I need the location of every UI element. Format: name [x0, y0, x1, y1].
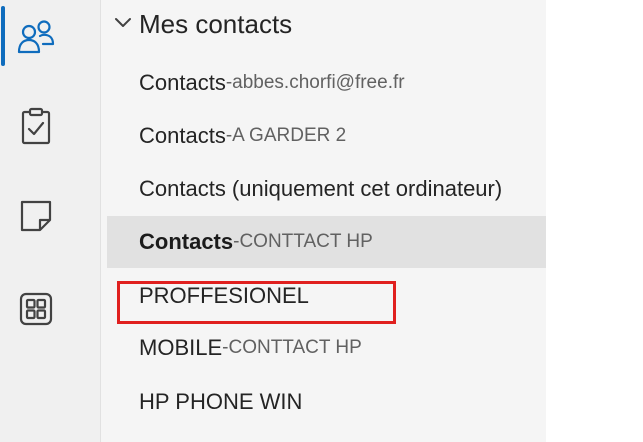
active-indicator — [1, 6, 5, 66]
folder-item-selected[interactable]: Contacts - CONTTACT HP — [107, 216, 546, 268]
folder-item[interactable]: PROFFESIONEL — [107, 270, 546, 322]
folder-label: MOBILE — [139, 335, 223, 360]
people-nav-button[interactable] — [10, 12, 62, 60]
people-icon — [16, 18, 56, 54]
folder-label: Contacts — [139, 70, 226, 95]
folder-account: CONTTACT HP — [239, 231, 373, 252]
navigation-rail — [0, 0, 101, 442]
apps-grid-icon — [19, 292, 53, 326]
note-icon — [19, 199, 53, 233]
chevron-down-icon — [113, 15, 139, 34]
notes-nav-button[interactable] — [10, 192, 62, 240]
folder-item[interactable]: MOBILE - CONTTACT HP — [107, 322, 546, 374]
folder-label: PROFFESIONEL — [139, 283, 309, 308]
folder-pane: Mes contacts Contacts - abbes.chorfi@fre… — [101, 0, 546, 442]
folder-account: A GARDER 2 — [232, 125, 347, 146]
content-pane — [546, 0, 643, 442]
folder-label: HP PHONE WIN — [139, 389, 303, 414]
folder-account: abbes.chorfi@free.fr — [232, 72, 405, 93]
group-title: Mes contacts — [139, 8, 293, 39]
tasks-nav-button[interactable] — [10, 102, 62, 150]
folder-item[interactable]: Contacts (uniquement cet ordinateur) — [107, 163, 546, 215]
folder-label: Contacts — [139, 123, 226, 148]
folder-label: Contacts — [139, 229, 234, 254]
folder-account: CONTTACT HP — [228, 337, 362, 358]
folder-label: Contacts (uniquement cet ordinateur) — [139, 176, 503, 201]
folder-item[interactable]: Contacts - abbes.chorfi@free.fr — [107, 57, 546, 109]
my-contacts-group-header[interactable]: Mes contacts — [113, 4, 292, 44]
folder-item[interactable]: Contacts - A GARDER 2 — [107, 110, 546, 162]
clipboard-task-icon — [20, 107, 52, 145]
folder-item[interactable]: HP PHONE WIN — [107, 376, 546, 428]
apps-nav-button[interactable] — [10, 285, 62, 333]
